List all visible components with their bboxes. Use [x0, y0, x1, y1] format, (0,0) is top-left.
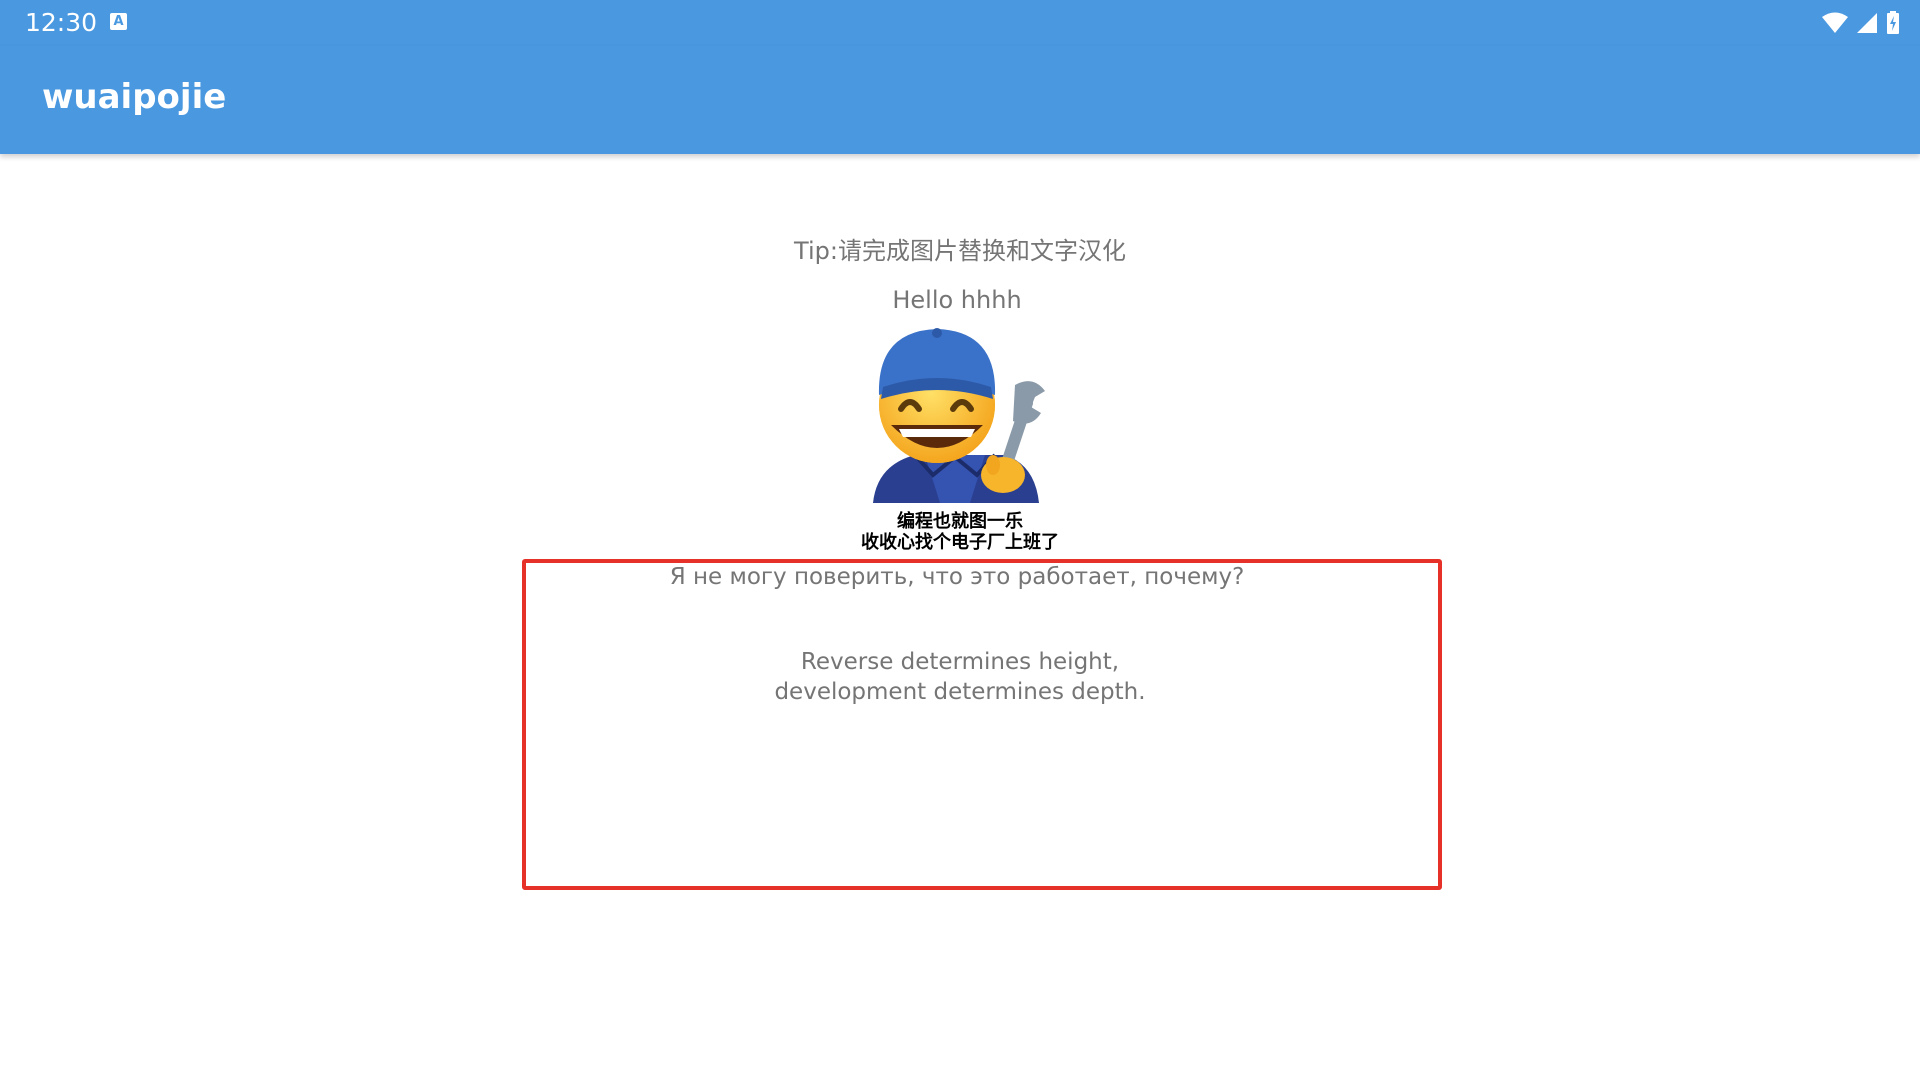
status-time: 12:30: [25, 8, 98, 37]
meme-caption-line1: 编程也就图一乐: [897, 511, 1023, 532]
app-title: wuaipojie: [42, 77, 227, 117]
battery-icon: [1887, 11, 1899, 34]
russian-text: Я не могу поверить, что это работает, по…: [669, 564, 1245, 590]
signal-icon: [1857, 13, 1877, 33]
status-icons: [1822, 11, 1900, 35]
english-text-line1: Reverse determines height,: [800, 649, 1120, 675]
highlight-box: [522, 559, 1442, 890]
status-bar: 12:30 A: [0, 0, 1920, 46]
meme-image: 编程也就图一乐 收收心找个电子厂上班了: [840, 325, 1080, 557]
english-text-line2: development determines depth.: [774, 679, 1146, 705]
a-icon: A: [110, 13, 127, 30]
mechanic-emoji-icon: [873, 328, 1045, 503]
tip-text: Tip:请完成图片替换和文字汉化: [794, 237, 1126, 265]
meme-caption-line2: 收收心找个电子厂上班了: [861, 532, 1059, 553]
english-text: Reverse determines height, development d…: [0, 647, 1920, 707]
wifi-icon: [1822, 12, 1848, 33]
app-bar: wuaipojie: [0, 46, 1920, 154]
hello-text: Hello hhhh: [892, 286, 1022, 314]
meme-caption: 编程也就图一乐 收收心找个电子厂上班了: [840, 511, 1080, 553]
